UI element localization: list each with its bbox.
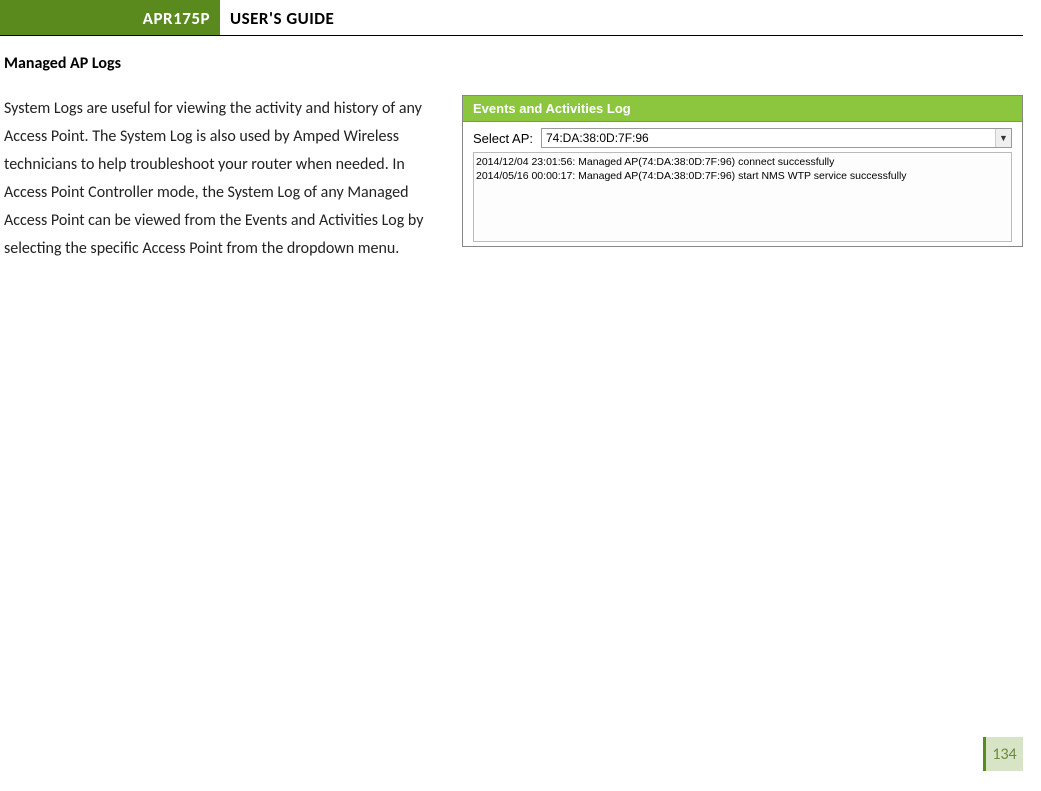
events-log-figure: Events and Activities Log Select AP: 74:…: [462, 95, 1023, 247]
page-number: 134: [992, 745, 1016, 764]
guide-title: USER'S GUIDE: [220, 0, 334, 35]
log-line: 2014/12/04 23:01:56: Managed AP(74:DA:38…: [476, 155, 1009, 169]
select-ap-wrap[interactable]: 74:DA:38:0D:7F:96 ▼: [541, 128, 1012, 148]
section-title: Managed AP Logs: [4, 54, 1023, 73]
page-number-box: 134: [983, 737, 1023, 771]
body-wrap: Events and Activities Log Select AP: 74:…: [4, 95, 1023, 263]
product-badge: APR175P: [0, 0, 220, 35]
log-textarea[interactable]: 2014/12/04 23:01:56: Managed AP(74:DA:38…: [473, 152, 1012, 242]
select-ap-label: Select AP:: [473, 131, 533, 146]
select-ap-dropdown[interactable]: 74:DA:38:0D:7F:96: [541, 128, 1012, 148]
page-header: APR175P USER'S GUIDE: [0, 0, 1023, 36]
events-log-panel-title: Events and Activities Log: [463, 96, 1022, 122]
select-ap-row: Select AP: 74:DA:38:0D:7F:96 ▼: [473, 128, 1012, 148]
log-line: 2014/05/16 00:00:17: Managed AP(74:DA:38…: [476, 169, 1009, 183]
events-log-panel-body: Select AP: 74:DA:38:0D:7F:96 ▼ 2014/12/0…: [463, 122, 1022, 246]
page-content: Managed AP Logs Events and Activities Lo…: [0, 36, 1041, 263]
